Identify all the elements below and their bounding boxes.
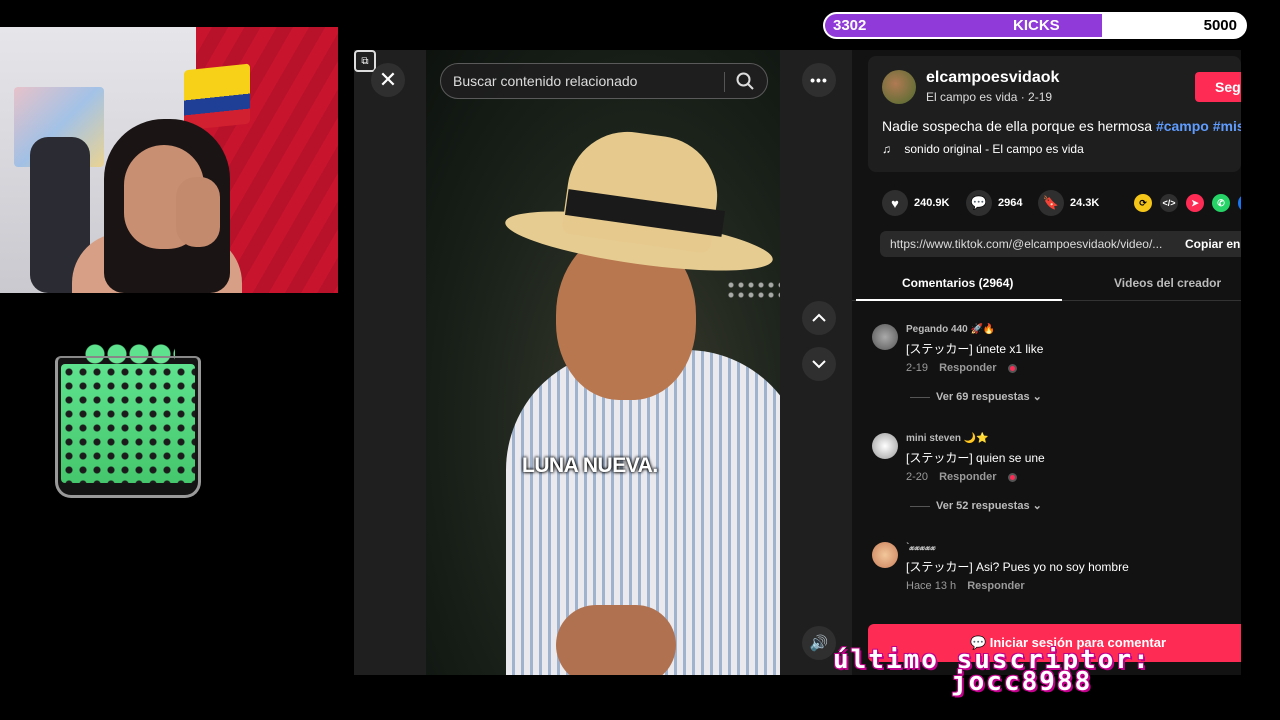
comment-date: Hace 13 h (906, 580, 957, 592)
send-icon[interactable]: ➤ (1186, 194, 1204, 212)
comment-text: [ステッカー] únete x1 like (906, 342, 1044, 356)
comment-date: 2-19 (906, 362, 929, 374)
embed-icon[interactable]: </> (1160, 194, 1178, 212)
comment-text: [ステッカー] quien se une (906, 451, 1045, 465)
like-button[interactable]: ♥ 240.9K (882, 190, 949, 216)
video-area: LUNA NUEVA. ✕ Buscar contenido relaciona… (354, 50, 852, 675)
copy-link-button[interactable]: Copiar enl (1185, 237, 1241, 251)
view-replies-label: Ver 52 respuestas (936, 500, 1030, 512)
whatsapp-icon[interactable]: ✆ (1212, 194, 1230, 212)
tab-creator-videos[interactable]: Videos del creador (1114, 276, 1221, 290)
chevron-down-icon (812, 360, 826, 369)
view-replies-button[interactable]: Ver 69 respuestas ⌄ (910, 390, 1042, 403)
video-caption: LUNA NUEVA. (522, 454, 658, 477)
view-replies-button[interactable]: Ver 52 respuestas ⌄ (910, 499, 1042, 512)
author-username[interactable]: elcampoesvidaok (926, 69, 1059, 87)
search-placeholder: Buscar contenido relacionado (453, 73, 638, 89)
save-button[interactable]: 🔖 24.3K (1038, 190, 1099, 216)
bookmark-icon: 🔖 (1038, 190, 1064, 216)
chevron-down-icon: ⌄ (1032, 391, 1042, 403)
tiktok-video-panel: LUNA NUEVA. ✕ Buscar contenido relaciona… (354, 50, 1241, 675)
follow-button[interactable]: Seg (1195, 72, 1241, 102)
kicks-progress-fill (825, 14, 1103, 37)
comment-meta: 2-20 Responder (906, 471, 1017, 483)
close-button[interactable]: ✕ (371, 63, 405, 97)
more-icon: ••• (810, 72, 828, 88)
save-count: 24.3K (1070, 197, 1100, 209)
picture-in-picture-icon[interactable]: ⧉ (354, 50, 376, 72)
author-card: elcampoesvidaok El campo es vida · 2-19 … (868, 56, 1241, 172)
music-note-icon: ♫ (882, 142, 891, 156)
heart-icon: ♥ (882, 190, 908, 216)
comment-text: [ステッカー] Asi? Pues yo no soy hombre (906, 560, 1129, 574)
reply-button[interactable]: Responder (967, 580, 1024, 592)
comment-author[interactable]: ˋ𝔁𝔁𝔁𝔁𝔁 (906, 542, 936, 553)
webcam-feed (0, 27, 338, 293)
repost-icon[interactable]: ⟳ (1134, 194, 1152, 212)
hashtag-link[interactable]: #campo (1156, 118, 1209, 134)
comment-icon: 💬 (966, 190, 992, 216)
more-options-button[interactable]: ••• (802, 63, 836, 97)
kicks-current: 3302 (833, 17, 867, 34)
comment-date: 2-20 (906, 471, 929, 483)
avatar[interactable] (872, 433, 898, 459)
comment-button[interactable]: 💬 2964 (966, 190, 1022, 216)
comment-tabs: Comentarios (2964) Videos del creador (852, 262, 1241, 301)
reply-button[interactable]: Responder (939, 471, 996, 483)
video-player[interactable]: LUNA NUEVA. (426, 50, 780, 675)
comment-count: 2964 (998, 197, 1023, 209)
search-bar[interactable]: Buscar contenido relacionado (440, 63, 768, 99)
next-video-button[interactable] (802, 347, 836, 381)
description-text: Nadie sospecha de ella porque es hermosa (882, 118, 1153, 134)
view-replies-label: Ver 69 respuestas (936, 391, 1030, 403)
subscriber-name: jocc8988 (951, 667, 1093, 697)
author-avatar[interactable] (882, 70, 916, 104)
hashtag-link[interactable]: #miste (1213, 118, 1241, 134)
last-subscriber-overlay: último suscriptor: jocc8988 (833, 645, 1280, 700)
author-subline: El campo es vida · 2-19 (926, 90, 1053, 104)
chevron-up-icon (812, 313, 826, 322)
like-count: 240.9K (914, 197, 950, 209)
previous-video-button[interactable] (802, 301, 836, 335)
creator-liked-icon (1007, 472, 1017, 482)
video-description: Nadie sospecha de ella porque es hermosa… (882, 118, 1241, 134)
search-icon[interactable] (735, 71, 755, 91)
avatar[interactable] (872, 542, 898, 568)
volume-icon: 🔊 (809, 635, 829, 652)
chevron-down-icon: ⌄ (1032, 500, 1042, 512)
creator-liked-icon (1007, 363, 1017, 373)
comment-meta: Hace 13 h Responder (906, 580, 1025, 592)
comment-author[interactable]: Pegando 440 🚀🔥 (906, 324, 995, 335)
video-url: https://www.tiktok.com/@elcampoesvidaok/… (890, 237, 1163, 251)
avatar[interactable] (872, 324, 898, 350)
share-link-row: https://www.tiktok.com/@elcampoesvidaok/… (880, 231, 1241, 257)
kicks-goal: 5000 (1203, 17, 1237, 34)
action-bar: ♥ 240.9K 💬 2964 🔖 24.3K ⟳ </> ➤ ✆ f (878, 190, 1241, 218)
facebook-icon[interactable]: f (1238, 194, 1241, 212)
colombia-flag-icon (184, 63, 250, 131)
reply-button[interactable]: Responder (939, 362, 996, 374)
kicks-jar-widget (55, 342, 201, 498)
sound-label: sonido original - El campo es vida (904, 142, 1084, 156)
comment-meta: 2-19 Responder (906, 362, 1017, 374)
volume-button[interactable]: 🔊 (802, 626, 836, 660)
kicks-label: KICKS (1013, 17, 1060, 34)
kicks-goal-bar: 3302 KICKS 5000 (823, 12, 1247, 39)
sound-link[interactable]: ♫ sonido original - El campo es vida (882, 142, 1084, 156)
comment-author[interactable]: mini steven 🌙⭐ (906, 433, 989, 444)
tab-comments[interactable]: Comentarios (2964) (902, 276, 1013, 290)
close-icon: ✕ (378, 67, 398, 92)
